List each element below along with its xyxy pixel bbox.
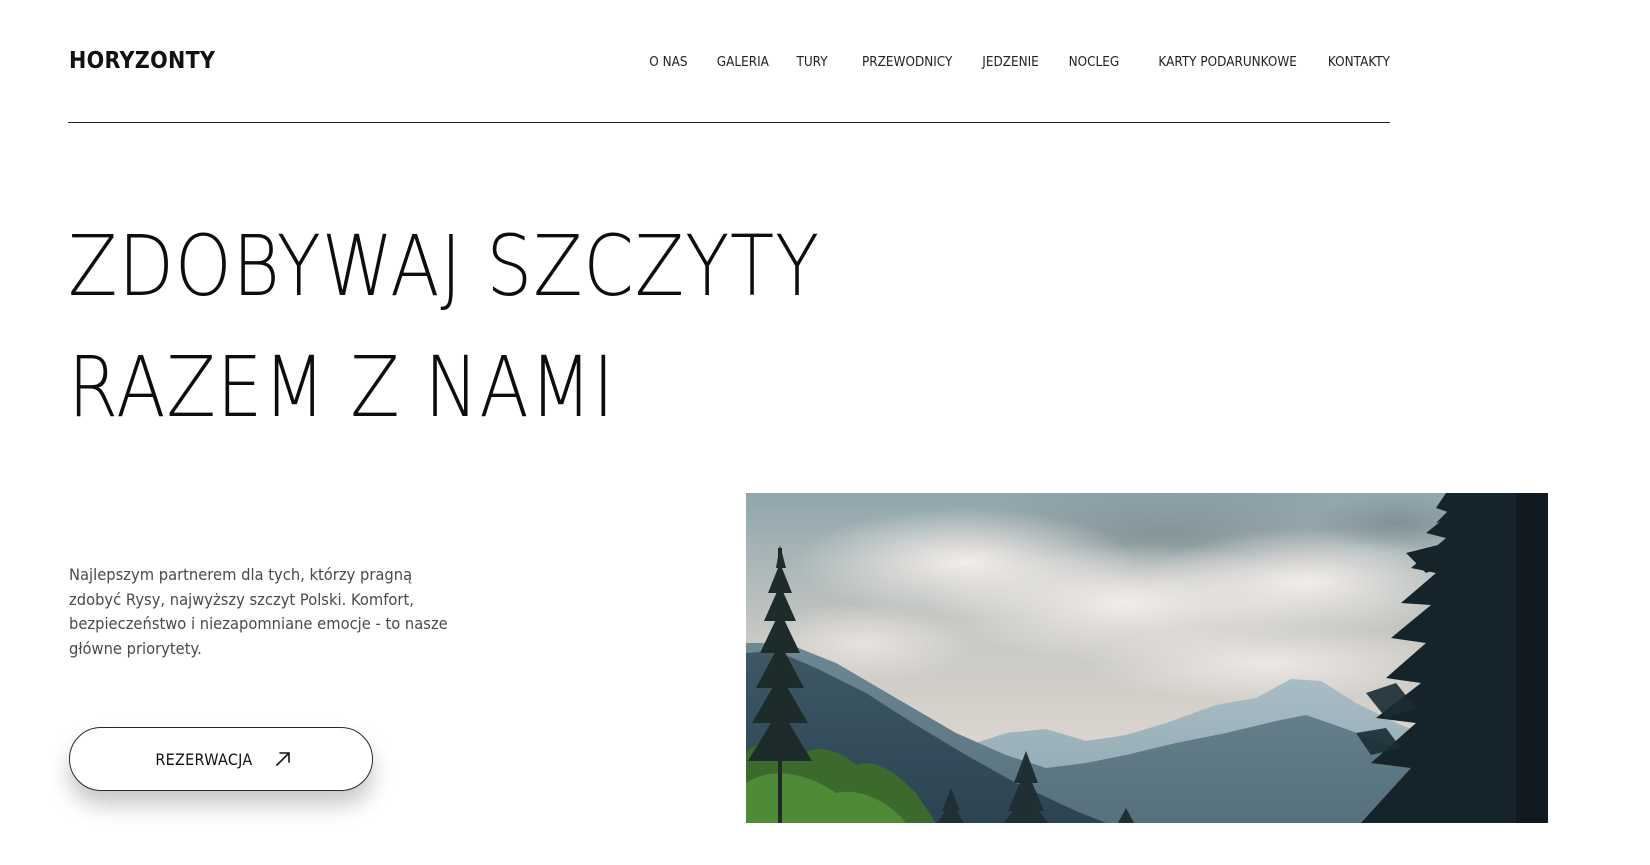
arrow-up-right-icon bbox=[276, 752, 290, 766]
nav-item: GALERIA bbox=[711, 51, 769, 70]
site-header: HORYZONTY O NAS GALERIA TURY PRZEWODNICY… bbox=[68, 0, 1390, 123]
nav-item: TURY bbox=[793, 51, 828, 70]
nav-nocleg[interactable]: NOCLEG bbox=[1068, 55, 1119, 70]
site-logo[interactable]: HORYZONTY bbox=[69, 48, 215, 74]
page: HORYZONTY O NAS GALERIA TURY PRZEWODNICY… bbox=[0, 0, 1650, 865]
nav-przewodnicy[interactable]: PRZEWODNICY bbox=[862, 55, 952, 70]
nav-item: KONTAKTY bbox=[1321, 51, 1390, 70]
nav-galeria[interactable]: GALERIA bbox=[717, 55, 769, 70]
nav-o-nas[interactable]: O NAS bbox=[649, 55, 687, 70]
mountain-landscape-photo bbox=[746, 493, 1548, 823]
hero-title: ZDOBYWAJ SZCZYTY RAZEM Z NAMI bbox=[68, 206, 820, 448]
nav-item: O NAS bbox=[645, 51, 687, 70]
hero-title-line-1: ZDOBYWAJ SZCZYTY bbox=[68, 217, 821, 315]
nav-item: KARTY PODARUNKOWE bbox=[1143, 51, 1297, 70]
nav-tury[interactable]: TURY bbox=[797, 55, 828, 70]
reservation-button[interactable]: REZERWACJA bbox=[69, 727, 373, 791]
nav-item: PRZEWODNICY bbox=[852, 51, 952, 70]
nav-item: NOCLEG bbox=[1063, 51, 1119, 70]
nav-item: JEDZENIE bbox=[976, 51, 1039, 70]
mountain-landscape-image bbox=[746, 493, 1548, 823]
hero-title-line-2: RAZEM Z NAMI bbox=[68, 338, 615, 436]
reservation-button-label: REZERWACJA bbox=[155, 749, 253, 769]
nav-kontakty[interactable]: KONTAKTY bbox=[1328, 55, 1390, 70]
main-navigation: O NAS GALERIA TURY PRZEWODNICY JEDZENIE … bbox=[645, 51, 1390, 70]
nav-jedzenie[interactable]: JEDZENIE bbox=[982, 55, 1039, 70]
hero-intro-text: Najlepszym partnerem dla tych, którzy pr… bbox=[69, 565, 448, 659]
nav-karty-podarunkowe[interactable]: KARTY PODARUNKOWE bbox=[1158, 55, 1297, 70]
